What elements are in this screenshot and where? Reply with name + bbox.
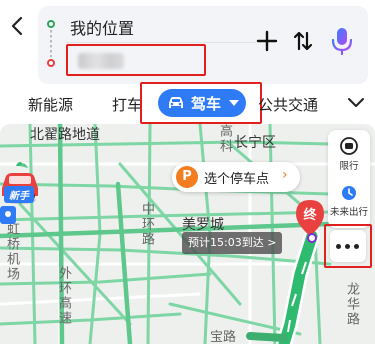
microphone-icon — [331, 28, 353, 56]
map-label-meiluo: 美罗城 — [182, 217, 224, 233]
add-waypoint-button[interactable] — [254, 28, 280, 54]
swap-icon — [293, 31, 313, 51]
traffic-limit-button[interactable]: 限行 — [328, 136, 370, 172]
map-label-changning: 长宁区 — [234, 135, 276, 151]
tab-public-transit[interactable]: 公共交通 — [258, 94, 318, 115]
traffic-limit-icon — [340, 137, 358, 155]
tab-taxi[interactable]: 打车 — [112, 94, 142, 115]
location-icon — [0, 206, 16, 224]
destination-field[interactable] — [78, 53, 124, 69]
more-options-highlight[interactable] — [324, 224, 372, 268]
traffic-limit-label: 限行 — [339, 161, 359, 172]
end-pin-label: 终 — [303, 207, 317, 223]
origin-dot — [47, 20, 55, 28]
transport-mode-tabs: 新能源 打车 驾车 公共交通 — [0, 82, 375, 124]
voice-input-button[interactable] — [327, 24, 357, 58]
swap-route-button[interactable] — [290, 28, 316, 54]
map-label-road: 宝路 — [210, 330, 237, 344]
chevron-left-icon — [11, 16, 23, 36]
more-modes-button[interactable] — [346, 94, 366, 112]
map-label-hongqiao: 虹桥机场 — [4, 222, 19, 282]
parking-icon: P — [176, 166, 198, 188]
chevron-right-icon: › — [282, 167, 288, 183]
map-label-beizhai-road: 北翟路地道 — [30, 127, 100, 143]
future-travel-label: 未来出行 — [329, 207, 368, 218]
tab-drive-highlight[interactable]: 驾车 — [140, 82, 262, 124]
future-travel-button[interactable]: 未来出行 — [328, 182, 370, 218]
car-icon — [169, 97, 183, 108]
back-button[interactable] — [8, 14, 28, 38]
chevron-down-icon — [348, 98, 364, 107]
destination-dot — [47, 59, 55, 67]
caret-down-icon — [229, 100, 239, 106]
choose-parking-button[interactable]: P 选个停车点 › — [172, 162, 300, 192]
map-label-zhonghuan: 中环路 — [139, 202, 154, 247]
route-input-card: 我的位置 — [38, 6, 368, 84]
tab-new-energy[interactable]: 新能源 — [28, 94, 73, 115]
map-label-longhua: 龙华路 — [344, 282, 359, 327]
map-view[interactable]: 北翟路地道 长宁区 高科 中环路 美罗城 虹桥机场 外环高速 龙华路 宝路 新手… — [0, 124, 375, 344]
eta-label[interactable]: 预计15:03到达 > — [182, 232, 282, 254]
newbie-badge: 新手 — [4, 186, 34, 203]
tab-drive-label: 驾车 — [191, 95, 222, 113]
tab-drive[interactable]: 驾车 — [158, 89, 246, 117]
destination-field-highlight[interactable] — [66, 44, 206, 76]
map-label-waihuan: 外环高速 — [56, 266, 71, 326]
origin-field[interactable]: 我的位置 — [70, 15, 134, 39]
map-side-tools: 限行 未来出行 — [328, 130, 370, 228]
field-divider — [66, 42, 256, 43]
more-dots-icon[interactable] — [330, 230, 366, 262]
parking-label: 选个停车点 — [204, 172, 270, 187]
route-connector — [50, 30, 52, 57]
plus-icon — [256, 30, 278, 52]
clock-icon — [342, 186, 356, 200]
map-label-gaoke: 高科 — [217, 124, 232, 154]
